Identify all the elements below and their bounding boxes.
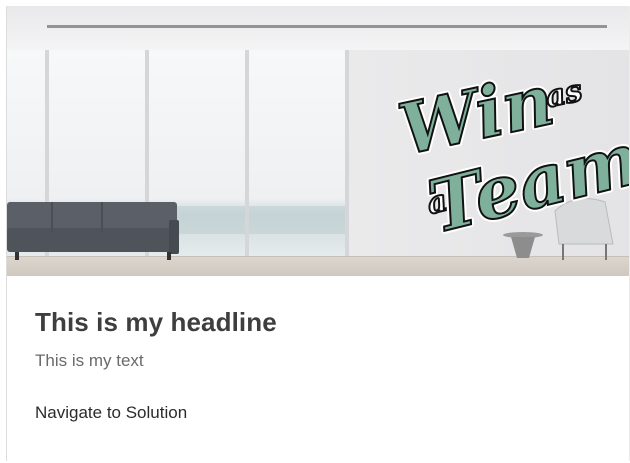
content-card: Win Win as Team Team a This is my headli…: [6, 6, 630, 461]
headline: This is my headline: [35, 307, 277, 337]
body-text: This is my text: [35, 351, 144, 370]
hero-image: Win Win as Team Team a: [7, 6, 629, 276]
sofa: [7, 202, 179, 260]
svg-text:as: as: [542, 73, 585, 115]
card-body: This is my headline This is my text Navi…: [7, 276, 629, 461]
navigate-to-solution-link[interactable]: Navigate to Solution: [35, 403, 187, 423]
